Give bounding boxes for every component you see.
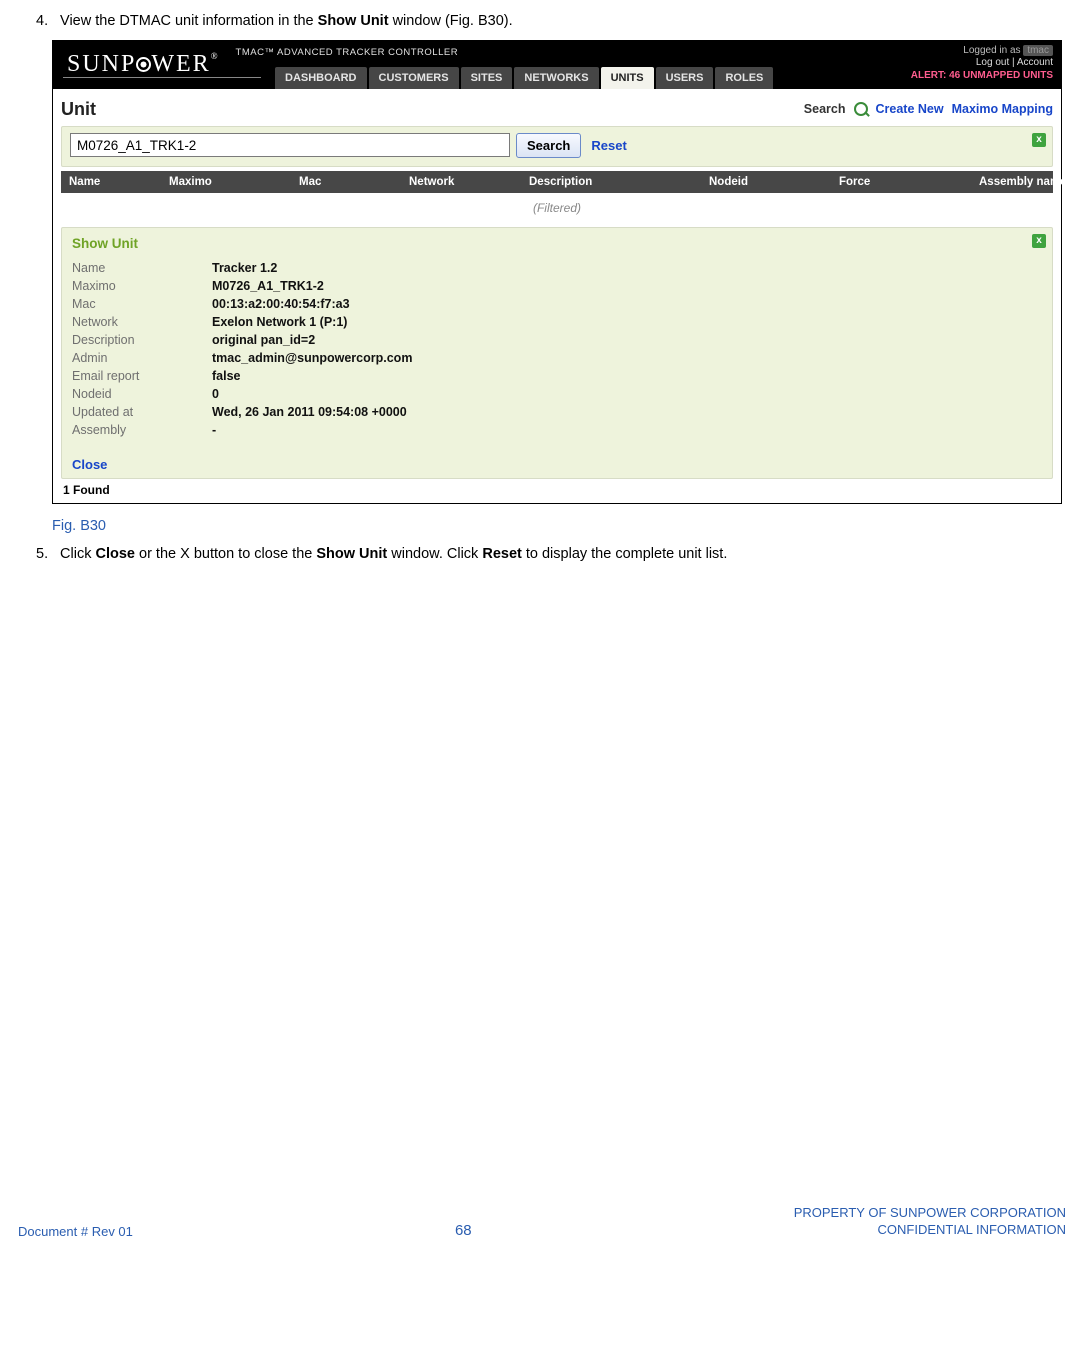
unit-nodeid: 0: [212, 387, 219, 401]
footer-page-number: 68: [455, 1222, 472, 1239]
tab-units[interactable]: UNITS: [601, 67, 654, 89]
step-4: 4. View the DTMAC unit information in th…: [36, 12, 1072, 32]
current-user: tmac: [1023, 45, 1053, 56]
create-new-link[interactable]: Create New: [876, 102, 944, 116]
col-description: Description: [529, 176, 709, 188]
step-4-number: 4.: [36, 12, 56, 32]
table-header: Name Maximo Mac Network Description Node…: [61, 171, 1053, 193]
footer-confidential: CONFIDENTIAL INFORMATION: [794, 1222, 1066, 1239]
tab-dashboard[interactable]: DASHBOARD: [275, 67, 367, 89]
page-title: Unit: [61, 99, 96, 120]
search-label: Search: [804, 102, 846, 116]
unit-updated-at: Wed, 26 Jan 2011 09:54:08 +0000: [212, 405, 407, 419]
app-subtitle: TMAC™ ADVANCED TRACKER CONTROLLER: [234, 41, 459, 58]
search-icon: [854, 102, 868, 116]
show-unit-panel: x Show Unit NameTracker 1.2 MaximoM0726_…: [61, 227, 1053, 479]
tab-roles[interactable]: ROLES: [715, 67, 773, 89]
col-nodeid: Nodeid: [709, 176, 839, 188]
logout-link[interactable]: Log out: [976, 57, 1009, 68]
unit-maximo: M0726_A1_TRK1-2: [212, 279, 324, 293]
search-button[interactable]: Search: [516, 133, 581, 158]
brand-logo: SUNPWER®: [53, 41, 234, 89]
close-link[interactable]: Close: [72, 457, 107, 472]
footer-doc-rev: Document # Rev 01: [18, 1224, 133, 1239]
show-unit-title: Show Unit: [72, 236, 1042, 251]
app-banner: SUNPWER® TMAC™ ADVANCED TRACKER CONTROLL…: [53, 41, 1061, 89]
figure-caption: Fig. B30: [52, 518, 1072, 534]
filtered-indicator: (Filtered): [61, 193, 1053, 225]
app-body: Unit Search Create New Maximo Mapping x …: [53, 89, 1061, 503]
col-name: Name: [69, 176, 169, 188]
search-input[interactable]: [70, 133, 510, 157]
close-icon[interactable]: x: [1032, 234, 1046, 248]
tab-sites[interactable]: SITES: [461, 67, 513, 89]
col-assembly: Assembly name: [979, 176, 1067, 188]
close-icon[interactable]: x: [1032, 133, 1046, 147]
unit-description: original pan_id=2: [212, 333, 315, 347]
col-network: Network: [409, 176, 529, 188]
maximo-mapping-link[interactable]: Maximo Mapping: [952, 102, 1053, 116]
search-panel: x Search Reset: [61, 126, 1053, 167]
account-link[interactable]: Account: [1017, 57, 1053, 68]
col-force: Force: [839, 176, 979, 188]
tab-users[interactable]: USERS: [656, 67, 714, 89]
screenshot-fig-b30: SUNPWER® TMAC™ ADVANCED TRACKER CONTROLL…: [52, 40, 1062, 504]
step-5-number: 5.: [36, 544, 56, 566]
unit-admin: tmac_admin@sunpowercorp.com: [212, 351, 412, 365]
unit-name: Tracker 1.2: [212, 261, 277, 275]
step-5: 5. Click Close or the X button to close …: [36, 544, 1072, 566]
found-count: 1 Found: [61, 479, 1053, 503]
page-footer: Document # Rev 01 68 PROPERTY OF SUNPOWE…: [12, 1205, 1072, 1257]
alert-unmapped[interactable]: ALERT: 46 UNMAPPED UNITS: [911, 70, 1053, 83]
logo-o-icon: [136, 57, 151, 72]
tab-customers[interactable]: CUSTOMERS: [369, 67, 459, 89]
unit-mac: 00:13:a2:00:40:54:f7:a3: [212, 297, 350, 311]
reset-link[interactable]: Reset: [591, 138, 626, 153]
col-mac: Mac: [299, 176, 409, 188]
tab-networks[interactable]: NETWORKS: [514, 67, 598, 89]
footer-property: PROPERTY OF SUNPOWER CORPORATION: [794, 1205, 1066, 1222]
unit-assembly: -: [212, 423, 216, 437]
unit-network: Exelon Network 1 (P:1): [212, 315, 347, 329]
unit-email-report: false: [212, 369, 241, 383]
nav-tabs: DASHBOARD CUSTOMERS SITES NETWORKS UNITS…: [275, 67, 773, 89]
banner-right: Logged in as tmac Log out | Account ALER…: [911, 45, 1053, 83]
col-maximo: Maximo: [169, 176, 299, 188]
